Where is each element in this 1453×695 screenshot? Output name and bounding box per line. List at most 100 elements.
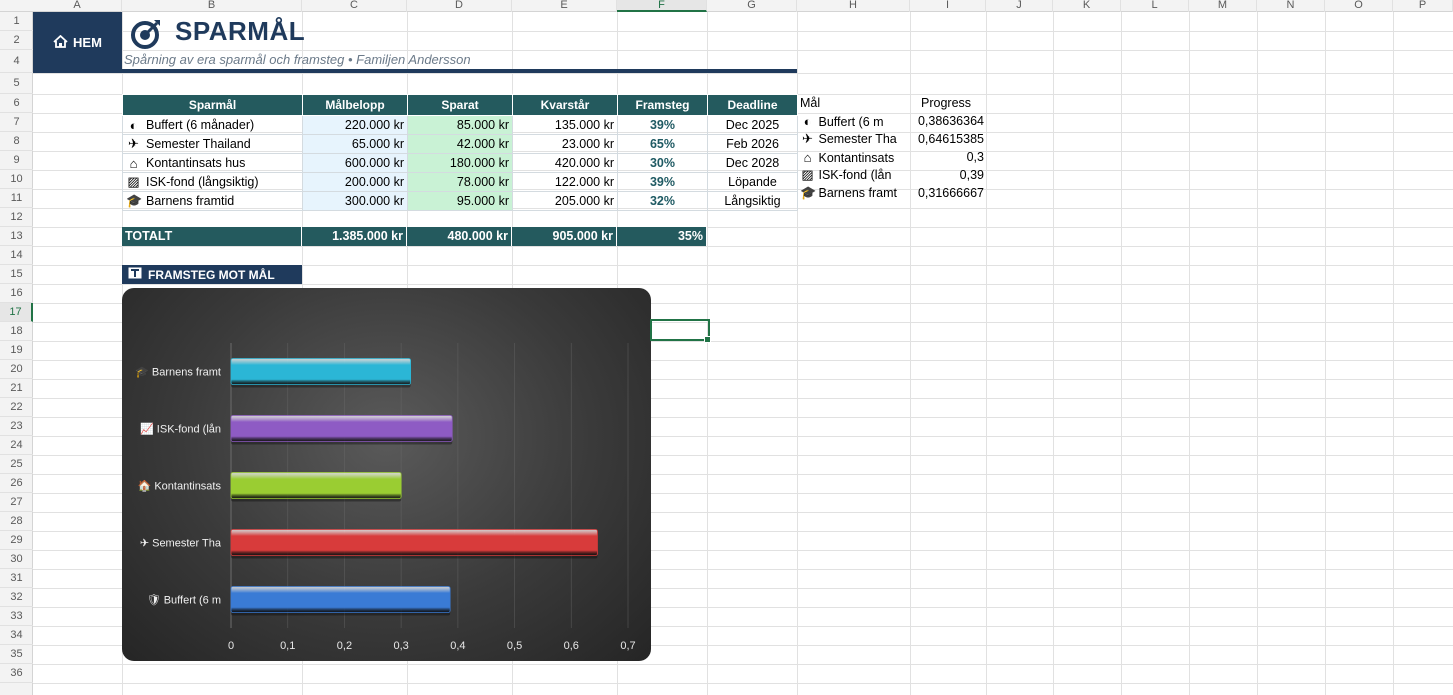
row-header-35[interactable]: 35: [0, 645, 33, 664]
remaining-cell[interactable]: 420.000 kr: [512, 153, 618, 173]
progress-cell[interactable]: 32%: [617, 191, 708, 211]
column-header-g[interactable]: G: [707, 0, 797, 12]
row-header-20[interactable]: 20: [0, 360, 33, 379]
row-header-8[interactable]: 8: [0, 132, 33, 151]
row-header-11[interactable]: 11: [0, 189, 33, 208]
row-header-23[interactable]: 23: [0, 417, 33, 436]
deadline-cell[interactable]: Löpande: [707, 172, 798, 192]
row-header-4[interactable]: 4: [0, 50, 33, 73]
column-header-a[interactable]: A: [33, 0, 122, 12]
helper-header-goal[interactable]: Mål: [797, 94, 907, 112]
row-header-1[interactable]: 1: [0, 12, 33, 31]
row-header-5[interactable]: 5: [0, 73, 33, 94]
column-header-d[interactable]: D: [407, 0, 512, 12]
goal-name-cell[interactable]: ✈ Semester Thailand: [122, 134, 303, 154]
row-header-34[interactable]: 34: [0, 626, 33, 645]
row-header-7[interactable]: 7: [0, 113, 33, 132]
header-cell[interactable]: Deadline: [707, 94, 798, 116]
row-header-29[interactable]: 29: [0, 531, 33, 550]
row-header-33[interactable]: 33: [0, 607, 33, 626]
column-header-p[interactable]: P: [1393, 0, 1453, 12]
saved-cell[interactable]: 85.000 kr: [407, 115, 513, 135]
row-header-24[interactable]: 24: [0, 436, 33, 455]
row-header-16[interactable]: 16: [0, 284, 33, 303]
selected-cell[interactable]: [650, 319, 710, 341]
row-header-21[interactable]: 21: [0, 379, 33, 398]
target-cell[interactable]: 300.000 kr: [302, 191, 408, 211]
row-header-6[interactable]: 6: [0, 94, 33, 113]
remaining-cell[interactable]: 23.000 kr: [512, 134, 618, 154]
column-header-e[interactable]: E: [512, 0, 617, 12]
helper-value-cell[interactable]: 0,39: [907, 166, 987, 184]
row-header-31[interactable]: 31: [0, 569, 33, 588]
helper-value-cell[interactable]: 0,3: [907, 148, 987, 166]
row-header-19[interactable]: 19: [0, 341, 33, 360]
row-header-12[interactable]: 12: [0, 208, 33, 227]
helper-goal-cell[interactable]: ✈ Semester Tha: [797, 130, 907, 148]
row-header-36[interactable]: 36: [0, 664, 33, 683]
row-header-25[interactable]: 25: [0, 455, 33, 474]
totals-row[interactable]: TOTALT 1.385.000 kr 480.000 kr 905.000 k…: [122, 227, 707, 246]
target-cell[interactable]: 220.000 kr: [302, 115, 408, 135]
column-header-b[interactable]: B: [122, 0, 302, 12]
header-cell[interactable]: Sparmål: [122, 94, 303, 116]
column-header-l[interactable]: L: [1121, 0, 1189, 12]
deadline-cell[interactable]: Feb 2026: [707, 134, 798, 154]
helper-goal-cell[interactable]: ◐ Buffert (6 m: [797, 112, 907, 130]
progress-cell[interactable]: 30%: [617, 153, 708, 173]
goal-name-cell[interactable]: ▨ ISK-fond (långsiktig): [122, 172, 303, 192]
target-cell[interactable]: 600.000 kr: [302, 153, 408, 173]
progress-chart[interactable]: 0 0,1 0,2 0,3 0,4 0,5 0,6 0,7 🛡 Buffert (6 m ✈ Se…: [122, 288, 651, 661]
row-header-13[interactable]: 13: [0, 227, 33, 246]
helper-goal-cell[interactable]: ⌂ Kontantinsats: [797, 148, 907, 166]
helper-goal-cell[interactable]: 🎓 Barnens framt: [797, 184, 907, 202]
column-header-j[interactable]: J: [986, 0, 1053, 12]
helper-value-cell[interactable]: 0,38636364: [907, 112, 987, 130]
saved-cell[interactable]: 42.000 kr: [407, 134, 513, 154]
remaining-cell[interactable]: 135.000 kr: [512, 115, 618, 135]
fill-handle[interactable]: [704, 336, 711, 343]
column-header-o[interactable]: O: [1325, 0, 1393, 12]
row-header-18[interactable]: 18: [0, 322, 33, 341]
column-header-k[interactable]: K: [1053, 0, 1121, 12]
column-header-i[interactable]: I: [910, 0, 986, 12]
row-header-22[interactable]: 22: [0, 398, 33, 417]
column-header-h[interactable]: H: [797, 0, 910, 12]
header-cell[interactable]: Sparat: [407, 94, 513, 116]
target-cell[interactable]: 200.000 kr: [302, 172, 408, 192]
saved-cell[interactable]: 78.000 kr: [407, 172, 513, 192]
progress-cell[interactable]: 39%: [617, 172, 708, 192]
helper-value-cell[interactable]: 0,64615385: [907, 130, 987, 148]
deadline-cell[interactable]: Dec 2025: [707, 115, 798, 135]
goal-name-cell[interactable]: 🎓 Barnens framtid: [122, 191, 303, 211]
row-header-32[interactable]: 32: [0, 588, 33, 607]
goal-name-cell[interactable]: ⌂ Kontantinsats hus: [122, 153, 303, 173]
row-header-27[interactable]: 27: [0, 493, 33, 512]
column-header-f[interactable]: F: [617, 0, 707, 12]
deadline-cell[interactable]: Dec 2028: [707, 153, 798, 173]
row-header-15[interactable]: 15: [0, 265, 33, 284]
header-cell[interactable]: Kvarstår: [512, 94, 618, 116]
saved-cell[interactable]: 95.000 kr: [407, 191, 513, 211]
progress-cell[interactable]: 39%: [617, 115, 708, 135]
row-header-10[interactable]: 10: [0, 170, 33, 189]
progress-cell[interactable]: 65%: [617, 134, 708, 154]
header-cell[interactable]: Målbelopp: [302, 94, 408, 116]
row-header-28[interactable]: 28: [0, 512, 33, 531]
row-header-9[interactable]: 9: [0, 151, 33, 170]
deadline-cell[interactable]: Långsiktig: [707, 191, 798, 211]
target-cell[interactable]: 65.000 kr: [302, 134, 408, 154]
column-header-c[interactable]: C: [302, 0, 407, 12]
column-header-n[interactable]: N: [1257, 0, 1325, 12]
row-header-17[interactable]: 17: [0, 303, 33, 322]
remaining-cell[interactable]: 122.000 kr: [512, 172, 618, 192]
helper-header-progress[interactable]: Progress: [907, 94, 987, 112]
row-header-2[interactable]: 2: [0, 31, 33, 50]
home-button[interactable]: HEM: [33, 12, 122, 73]
helper-goal-cell[interactable]: ▨ ISK-fond (lån: [797, 166, 907, 184]
row-header-26[interactable]: 26: [0, 474, 33, 493]
saved-cell[interactable]: 180.000 kr: [407, 153, 513, 173]
row-header-30[interactable]: 30: [0, 550, 33, 569]
column-header-m[interactable]: M: [1189, 0, 1257, 12]
helper-value-cell[interactable]: 0,31666667: [907, 184, 987, 202]
